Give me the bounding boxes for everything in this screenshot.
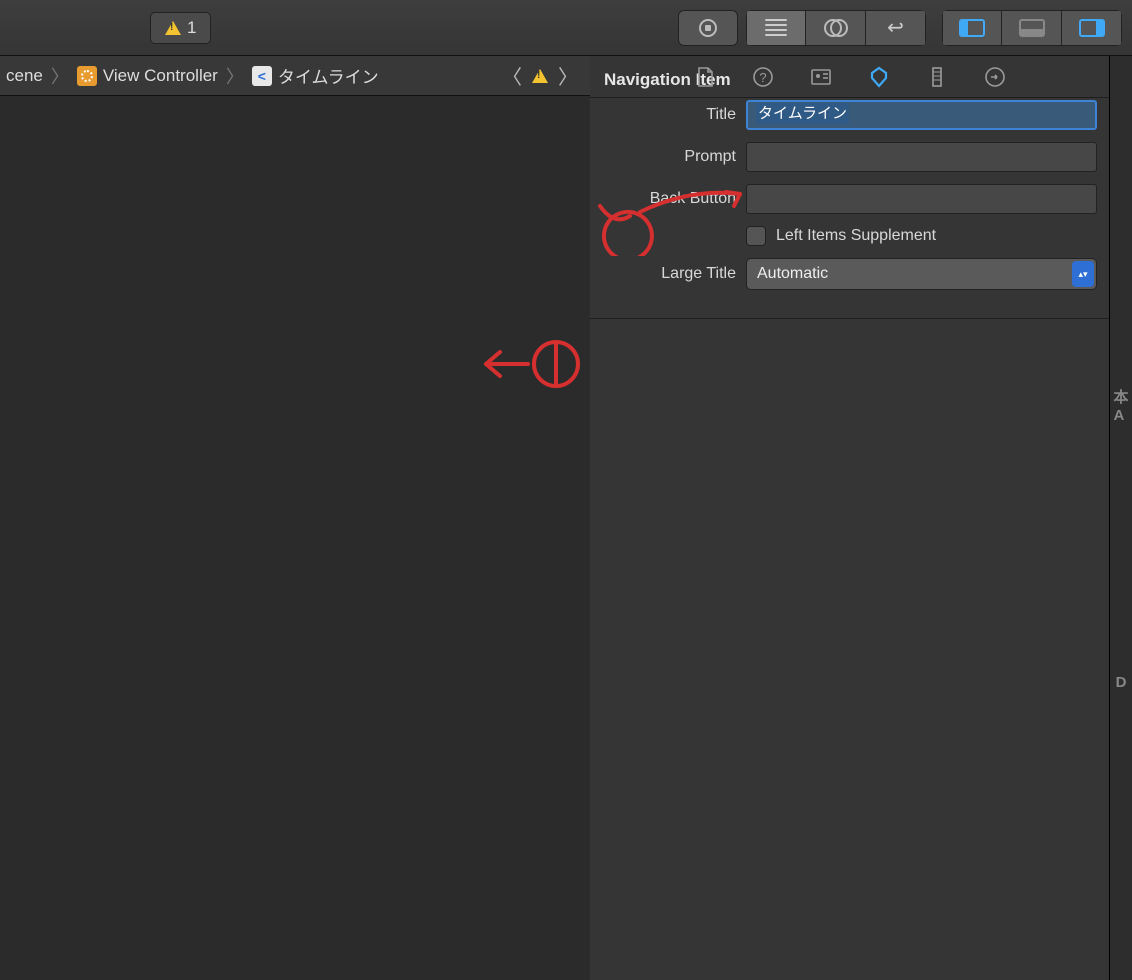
standard-editor-button[interactable] xyxy=(746,10,806,46)
lines-icon xyxy=(765,19,787,36)
next-issue-button[interactable]: 〉 xyxy=(558,61,578,90)
connections-inspector-tab[interactable] xyxy=(983,65,1007,89)
toggle-inspector-button[interactable] xyxy=(1062,10,1122,46)
back-item-icon: < xyxy=(252,66,272,86)
prompt-label: Prompt xyxy=(602,148,746,166)
stepper-icon: ▴▾ xyxy=(1072,261,1094,287)
back-button-label: Back Button xyxy=(602,190,746,208)
toggle-debug-button[interactable] xyxy=(1002,10,1062,46)
large-title-label: Large Title xyxy=(602,265,746,283)
view-controller-icon xyxy=(77,66,97,86)
large-title-select[interactable]: Automatic ▴▾ xyxy=(746,258,1097,290)
title-field[interactable]: タイムライン xyxy=(746,100,1097,130)
jump-bar-controller-label: View Controller xyxy=(103,66,218,86)
prev-issue-button[interactable]: 〈 xyxy=(502,61,522,90)
left-items-label: Left Items Supplement xyxy=(776,227,936,245)
back-button-field[interactable] xyxy=(746,184,1097,214)
issues-indicator[interactable]: 1 xyxy=(150,12,211,44)
svg-text:?: ? xyxy=(759,70,766,85)
toggle-navigator-button[interactable] xyxy=(942,10,1002,46)
inspector-panel: ? Navigation Item Title タイムライン Prompt xyxy=(590,56,1110,980)
toolbar: 1 ↩︎ xyxy=(0,0,1132,56)
warning-icon xyxy=(165,21,181,35)
warning-count: 1 xyxy=(187,18,196,38)
right-sliver: 本A D xyxy=(1110,56,1132,980)
arrows-icon: ↩︎ xyxy=(887,15,904,40)
prompt-field[interactable] xyxy=(746,142,1097,172)
warning-icon xyxy=(532,69,548,83)
size-inspector-tab[interactable] xyxy=(925,65,949,89)
title-label: Title xyxy=(602,106,746,124)
bottom-panel-icon xyxy=(1019,19,1045,37)
jump-bar-scene[interactable]: cene xyxy=(4,64,45,88)
panel-toggle-group xyxy=(942,10,1122,46)
jump-bar-item[interactable]: < タイムライン xyxy=(250,61,381,90)
left-panel-icon xyxy=(959,19,985,37)
jump-bar: cene 〉 View Controller 〉 < タイムライン 〈 〉 xyxy=(0,56,590,96)
chevron-right-icon: 〉 xyxy=(51,63,69,89)
large-title-value: Automatic xyxy=(757,265,828,283)
file-inspector-tab[interactable] xyxy=(693,65,717,89)
inspector-form: Title タイムライン Prompt Back Button Left Ite… xyxy=(590,100,1109,319)
right-panel-icon xyxy=(1079,19,1105,37)
jump-bar-controller[interactable]: View Controller xyxy=(75,64,220,88)
focus-button[interactable] xyxy=(678,10,738,46)
venn-icon xyxy=(824,19,848,37)
jump-bar-item-label: タイムライン xyxy=(278,63,379,88)
focus-icon xyxy=(699,19,717,37)
identity-inspector-tab[interactable] xyxy=(809,65,833,89)
attributes-inspector-tab[interactable] xyxy=(867,65,891,89)
assistant-editor-button[interactable] xyxy=(806,10,866,46)
help-inspector-tab[interactable]: ? xyxy=(751,65,775,89)
inspector-tabs: ? xyxy=(590,56,1109,98)
left-items-checkbox[interactable] xyxy=(746,226,766,246)
editor-mode-group: ↩︎ xyxy=(746,10,926,46)
version-editor-button[interactable]: ↩︎ xyxy=(866,10,926,46)
chevron-right-icon: 〉 xyxy=(226,63,244,89)
jump-bar-scene-label: cene xyxy=(6,66,43,86)
